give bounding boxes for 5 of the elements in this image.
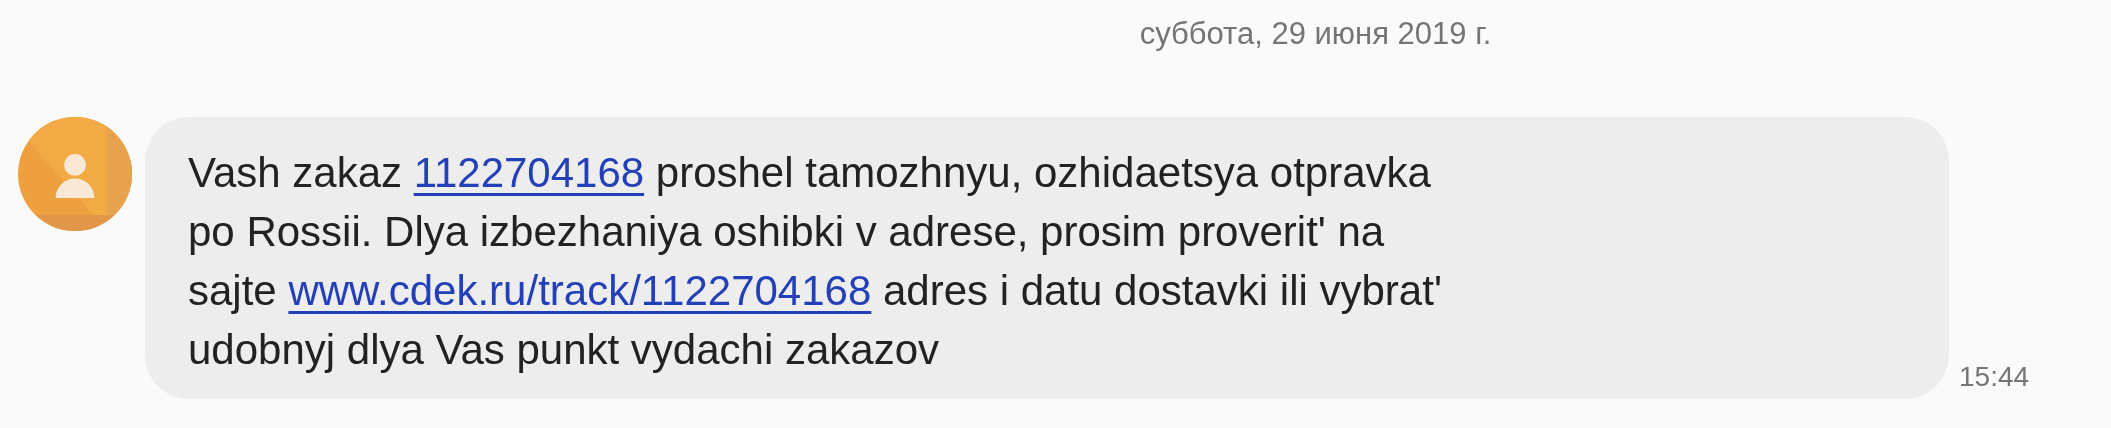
message-link[interactable]: 1122704168 — [413, 149, 645, 196]
message-link[interactable]: www.cdek.ru/track/1122704168 — [288, 267, 872, 314]
date-header: суббота, 29 июня 2019 г. — [1139, 15, 1492, 53]
message-time: 15:44 — [1959, 361, 2030, 394]
message-text: Vash zakaz 1122704168 proshel tamozhnyu, ozhidaetsya otpravka po Rossii. Dlya izbezhaniya oshibki v adrese, prosim proverit' na sajte www.cdek.ru/track/1122704168 adres i datu dostavki ili vybrat' udobnyj dlya Vas punkt vydachi zakazov — [188, 148, 1443, 375]
